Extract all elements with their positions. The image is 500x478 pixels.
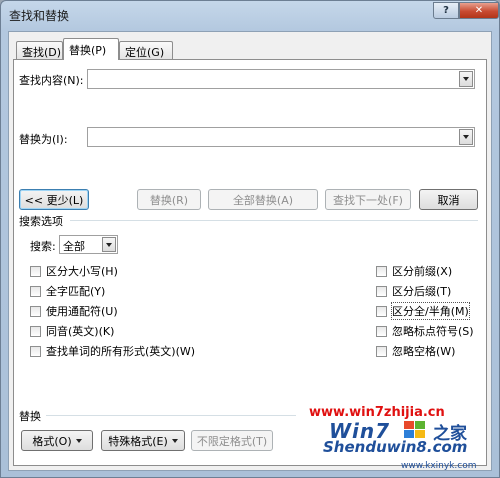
windows-logo-icon [404,421,426,439]
cancel-button[interactable]: 取消 [419,189,478,210]
watermark: www.win7zhijia.cn Win7 之家 Shenduwin8.com… [309,405,495,475]
checkbox-match-width[interactable]: 区分全/半角(M) [376,302,470,320]
checkbox-match-suffix[interactable]: 区分后缀(T) [376,283,451,299]
chevron-down-icon [171,438,178,443]
checkbox-label: 区分后缀(T) [392,285,452,298]
checkbox-all-word-forms[interactable]: 查找单词的所有形式(英文)(W) [30,343,195,359]
checkbox-match-prefix[interactable]: 区分前缀(X) [376,263,452,279]
checkbox-box[interactable] [30,345,41,357]
checkbox-label: 使用通配符(U) [46,305,118,318]
chevron-down-icon [106,242,112,247]
search-options-heading: 搜索选项 [19,215,63,228]
checkbox-box[interactable] [30,305,41,317]
checkbox-box[interactable] [30,285,41,297]
search-direction-dropdown[interactable] [102,237,116,252]
find-dropdown-button[interactable] [459,71,473,87]
checkbox-whole-word[interactable]: 全字匹配(Y) [30,283,105,299]
checkbox-label: 区分前缀(X) [392,265,453,278]
checkbox-label: 全字匹配(Y) [46,285,106,298]
checkbox-label: 查找单词的所有形式(英文)(W) [46,345,196,358]
help-button[interactable]: ? [433,2,459,19]
replace-button[interactable]: 替换(R) [137,189,201,210]
replace-label: 替换为(I): [19,133,68,146]
search-direction-label: 搜索: [30,240,56,253]
search-options-divider [70,220,478,221]
replace-section-divider [46,415,296,416]
watermark-brand: Shenduwin8.com [323,438,468,456]
special-format-button[interactable]: 特殊格式(E) [101,430,185,451]
checkbox-box[interactable] [376,345,387,357]
help-icon: ? [443,5,449,16]
checkbox-label: 区分大小写(H) [46,265,118,278]
format-button-label: 格式(O) [32,434,72,448]
checkbox-label: 同音(英文)(K) [46,325,115,338]
tab-goto[interactable]: 定位(G) [119,41,173,59]
no-formatting-button[interactable]: 不限定格式(T) [191,430,273,451]
find-replace-dialog: 查找和替换 ? ✕ 查找(D) 替换(P) 定位(G) 查找内容(N): 替换为… [0,0,500,478]
watermark-url: www.win7zhijia.cn [309,405,445,420]
watermark-site: www.kxinyk.com [401,461,477,471]
tab-find[interactable]: 查找(D) [16,41,63,59]
format-button[interactable]: 格式(O) [21,430,93,451]
find-next-button[interactable]: 查找下一处(F) [325,189,411,210]
special-format-label: 特殊格式(E) [108,434,168,448]
checkbox-match-case[interactable]: 区分大小写(H) [30,263,118,279]
replace-dropdown-button[interactable] [459,129,473,145]
checkbox-wildcards[interactable]: 使用通配符(U) [30,303,118,319]
checkbox-label: 区分全/半角(M) [391,302,470,320]
close-button[interactable]: ✕ [459,2,499,19]
find-label: 查找内容(N): [19,74,84,87]
find-input[interactable] [87,69,475,89]
replace-input[interactable] [87,127,475,147]
chevron-down-icon [463,135,469,139]
checkbox-label: 忽略标点符号(S) [392,325,474,338]
replace-all-button[interactable]: 全部替换(A) [208,189,318,210]
checkbox-ignore-punctuation[interactable]: 忽略标点符号(S) [376,323,474,339]
checkbox-box[interactable] [30,325,41,337]
search-direction-value: 全部 [63,240,85,253]
checkbox-sounds-like[interactable]: 同音(英文)(K) [30,323,114,339]
checkbox-box[interactable] [376,265,387,277]
checkbox-ignore-whitespace[interactable]: 忽略空格(W) [376,343,455,359]
search-direction-select[interactable]: 全部 [59,235,118,254]
close-icon: ✕ [474,5,484,16]
less-button[interactable]: << 更少(L) [19,189,89,210]
checkbox-box[interactable] [376,305,387,317]
checkbox-box[interactable] [30,265,41,277]
title-bar[interactable]: 查找和替换 ? ✕ [1,1,499,29]
chevron-down-icon [463,77,469,81]
checkbox-label: 忽略空格(W) [392,345,456,358]
checkbox-box[interactable] [376,325,387,337]
window-title: 查找和替换 [9,9,70,23]
replace-section-heading: 替换 [19,410,41,423]
chevron-down-icon [75,438,82,443]
checkbox-box[interactable] [376,285,387,297]
tab-replace[interactable]: 替换(P) [63,38,119,60]
